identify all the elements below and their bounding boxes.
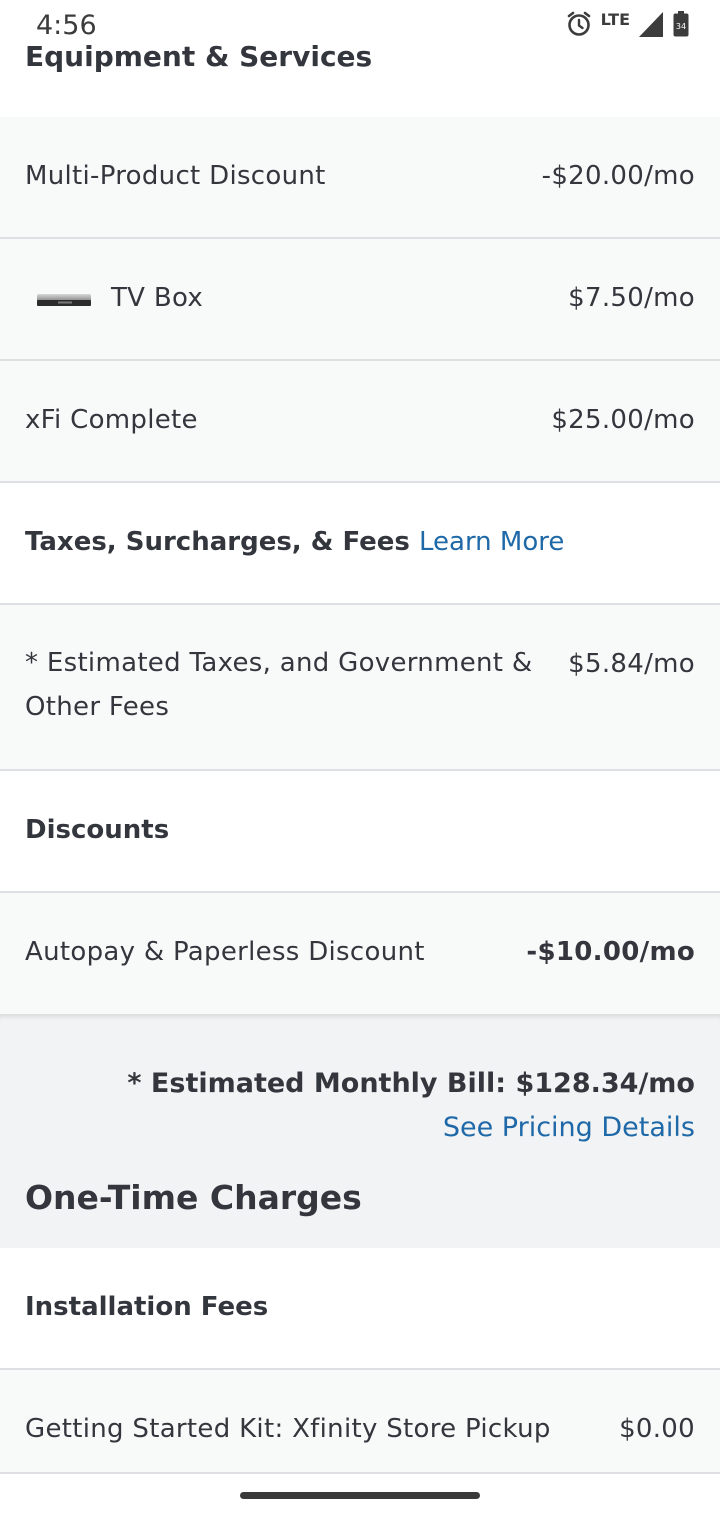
taxes-heading-label: Taxes, Surcharges, & Fees [25,527,410,557]
estimated-monthly-bill: * Estimated Monthly Bill: $128.34/mo [127,1068,695,1099]
tv-box-image [37,294,91,306]
installation-fees-heading-row: Installation Fees [0,1248,720,1370]
status-icons: LTE 34 [565,10,690,42]
estimated-taxes-value: $5.84/mo [568,649,695,679]
xfi-complete-row: xFi Complete $25.00/mo [0,361,720,483]
xfi-complete-label: xFi Complete [25,405,198,435]
home-indicator[interactable] [240,1492,480,1499]
taxes-heading: Taxes, Surcharges, & Fees Learn More [25,527,564,557]
learn-more-link[interactable]: Learn More [419,527,564,557]
multi-product-discount-label: Multi-Product Discount [25,161,326,191]
battery-icon: 34 [672,10,690,42]
tv-box-label: TV Box [111,283,204,313]
getting-started-kit-value: $0.00 [619,1414,695,1444]
battery-level: 34 [676,22,686,31]
xfi-complete-value: $25.00/mo [551,405,695,435]
bill-summary: * Estimated Monthly Bill: $128.34/mo See… [0,1014,720,1248]
autopay-discount-value: -$10.00/mo [526,937,695,967]
status-bar: 4:56 LTE 34 [0,0,720,52]
discounts-heading-row: Discounts [0,771,720,893]
one-time-charges-title: One-Time Charges [25,1178,362,1217]
network-type: LTE [600,10,630,29]
status-time: 4:56 [36,10,97,41]
see-pricing-details-link[interactable]: See Pricing Details [443,1112,695,1143]
multi-product-discount-row: Multi-Product Discount -$20.00/mo [0,117,720,239]
getting-started-kit-label: Getting Started Kit: Xfinity Store Picku… [25,1414,551,1444]
tv-box-row: TV Box $7.50/mo [0,239,720,361]
autopay-discount-label: Autopay & Paperless Discount [25,937,425,967]
estimated-taxes-label: * Estimated Taxes, and Government & Othe… [25,641,532,729]
screen: Equipment & Services 4:56 LTE 34 Multi-P… [0,0,720,1520]
navigation-bar [0,1474,720,1520]
alarm-icon [565,10,593,42]
taxes-heading-row: Taxes, Surcharges, & Fees Learn More [0,483,720,605]
discounts-heading: Discounts [25,815,170,845]
getting-started-kit-row: Getting Started Kit: Xfinity Store Picku… [0,1370,720,1474]
estimated-taxes-row: * Estimated Taxes, and Government & Othe… [0,605,720,771]
installation-fees-heading: Installation Fees [25,1292,269,1322]
tv-box-value: $7.50/mo [568,283,695,313]
estimated-taxes-label-line1: * Estimated Taxes, and Government & [25,648,533,678]
signal-icon [638,10,664,42]
autopay-discount-row: Autopay & Paperless Discount -$10.00/mo [0,893,720,1014]
multi-product-discount-value: -$20.00/mo [541,161,695,191]
estimated-taxes-label-line2: Other Fees [25,692,170,722]
